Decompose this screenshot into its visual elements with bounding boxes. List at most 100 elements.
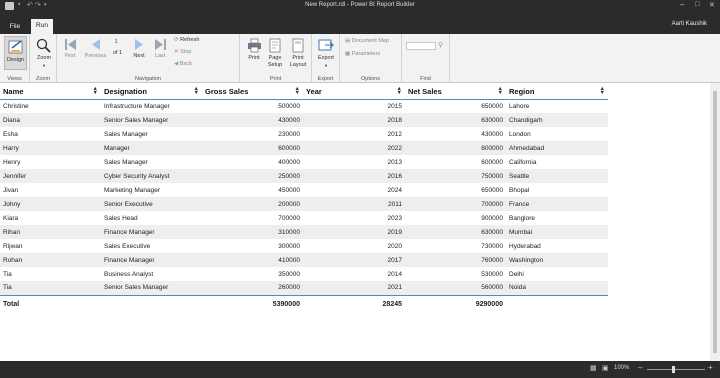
options-group: ▤ Document Map ▦ Parameters Options [340,34,402,83]
table-cell: 650000 [481,102,503,110]
table-cell: 2023 [387,214,402,222]
table-cell: Hyderabad [509,242,541,250]
page-setup-button[interactable]: Page Setup [265,38,285,69]
export-label: Export [318,55,334,61]
sort-icon[interactable]: ▲ ▼ [600,86,605,96]
column-header[interactable]: Designation ▲ ▼ [101,85,202,100]
tab-run[interactable]: Run [31,19,53,34]
scrollbar-thumb[interactable] [713,91,717,353]
zoom-dropdown-icon: ▾ [42,63,46,68]
stop-icon: ✕ [174,49,179,55]
table-row: Johny Senior Executive 200000 2011 700000 Fra… [0,197,608,211]
back-label: Back [179,61,192,67]
sort-icon[interactable]: ▲ ▼ [295,86,300,96]
previous-page-button[interactable]: Previous [83,38,108,60]
table-row: Henry Sales Manager 400000 2013 600000 Califo… [0,155,608,169]
tab-file[interactable]: File [6,21,24,34]
table-cell: 700000 [278,214,300,222]
table-row: Rihan Finance Manager 310000 2019 630000 Mumb… [0,225,608,239]
table-cell: Senior Executive [101,197,202,211]
find-group: ⚲ Find [402,34,450,83]
print-layout-button[interactable]: Print Layout [288,38,308,69]
table-cell: California [509,158,537,166]
zoom-out-icon[interactable]: – [638,363,642,372]
find-input[interactable] [406,42,436,50]
table-cell: Seattle [506,169,608,183]
options-group-label: Options [361,76,380,82]
report-viewer: Name ▲ ▼ Designation ▲ ▼ Gross Sales ▲ ▼ Year ▲ ▼ Ne… [0,83,710,361]
first-page-button[interactable]: First [61,38,79,60]
zoom-slider[interactable] [647,369,705,370]
current-page-input[interactable]: 1 [111,39,121,48]
user-name[interactable]: Aarti Kaushik [672,21,707,27]
print-layout-label-2: Layout [289,62,307,68]
vertical-scrollbar[interactable] [710,83,720,361]
total-label: Total [3,300,20,308]
zoom-button[interactable]: Zoom ▾ [33,38,55,69]
table-row: Jennifer Cyber Security Analyst 250000 2016… [0,169,608,183]
print-group: Print Page Setup Print Layout Print [240,34,312,83]
back-button[interactable]: ◀ Back [174,61,192,67]
close-icon[interactable]: ✕ [709,1,715,9]
export-button[interactable]: Export ▾ [315,38,337,69]
fit-page-icon[interactable]: ▣ [602,364,609,372]
column-header[interactable]: Net Sales ▲ ▼ [405,85,506,100]
table-cell: Marketing Manager [104,186,160,194]
total-year: 28245 [382,300,402,308]
table-cell: 700000 [405,197,506,211]
table-cell: 650000 [481,186,503,194]
zoom-in-icon[interactable]: + [708,363,713,372]
stop-button[interactable]: ✕ Stop [174,49,191,55]
table-cell: Rohan [0,253,101,267]
document-map-label: Document Map [351,38,390,44]
column-header-label: Year [306,87,322,97]
next-page-icon [134,39,143,50]
first-label: First [64,53,76,59]
table-row: Diana Senior Sales Manager 430000 2018 63000… [0,113,608,127]
table-cell: 2024 [387,186,402,194]
minimize-icon[interactable]: – [680,0,684,9]
table-cell: Johny [0,197,101,211]
column-header-label: Net Sales [408,87,442,97]
table-cell: 630000 [405,225,506,239]
binoculars-icon[interactable]: ⚲ [438,41,443,49]
design-icon [8,40,22,54]
design-button[interactable]: Design [4,36,27,70]
table-row: Tia Business Analyst 350000 2014 530000 Delhi [0,267,608,281]
print-button[interactable]: Print [245,38,263,62]
table-cell: Tia [0,281,101,296]
export-dropdown-icon: ▾ [324,63,328,68]
export-icon [318,39,334,51]
ribbon: Design Views Zoom ▾ Zoom First Previous [0,34,720,83]
next-page-button[interactable]: Next [130,38,148,60]
table-cell: 600000 [481,158,503,166]
column-header[interactable]: Year ▲ ▼ [303,85,405,100]
column-header-label: Region [509,87,535,97]
refresh-label: Refresh [180,37,200,43]
table-cell: 560000 [405,281,506,296]
column-header-label: Name [3,87,24,97]
sort-icon[interactable]: ▲ ▼ [498,86,503,96]
sort-icon[interactable]: ▲ ▼ [397,86,402,96]
document-map-icon: ▤ [345,38,351,44]
zoom-slider-knob[interactable] [672,366,675,373]
table-cell: Christine [3,102,29,110]
refresh-icon: ⟳ [174,37,179,43]
table-cell: Henry [3,158,21,166]
previous-page-icon [92,39,100,50]
column-header[interactable]: Name ▲ ▼ [0,85,101,100]
column-header[interactable]: Region ▲ ▼ [506,85,608,100]
table-cell: 200000 [202,197,303,211]
refresh-button[interactable]: ⟳ Refresh [174,37,199,43]
document-map-button[interactable]: ▤ Document Map [345,38,389,44]
column-header[interactable]: Gross Sales ▲ ▼ [202,85,303,100]
navigation-group: First Previous 1 of 1 Next Last ⟳ Refres… [57,34,240,83]
page-view-icon[interactable]: ▦ [590,364,597,372]
last-page-button[interactable]: Last [151,38,169,60]
maximize-icon[interactable]: □ [695,1,699,8]
sort-icon[interactable]: ▲ ▼ [194,86,199,96]
sort-icon[interactable]: ▲ ▼ [93,86,98,96]
title-bar: ▪ ↶ ↷ ▾ New Report.rdl - Power BI Report… [0,0,720,12]
table-cell: 260000 [202,281,303,296]
parameters-button[interactable]: ▦ Parameters [345,51,380,57]
